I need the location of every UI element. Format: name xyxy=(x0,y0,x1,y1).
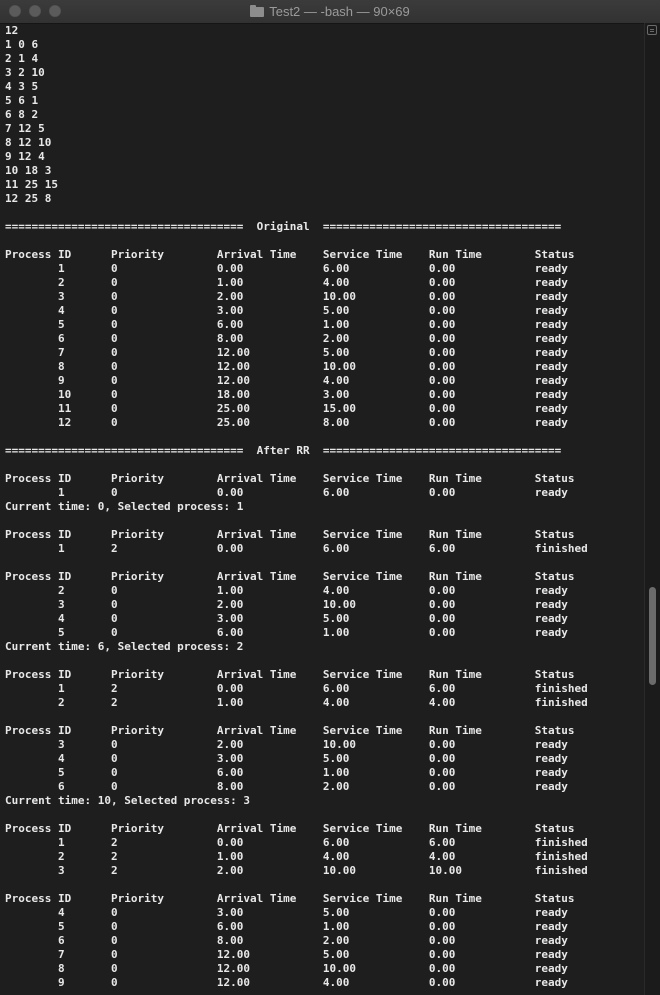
terminal-line: 4 0 3.00 5.00 0.00 ready xyxy=(5,906,568,919)
terminal-line: 12 0 25.00 8.00 0.00 ready xyxy=(5,416,568,429)
terminal-line: 6 0 8.00 2.00 0.00 ready xyxy=(5,934,568,947)
scroll-split-icon[interactable] xyxy=(647,25,657,35)
terminal-line: 5 0 6.00 1.00 0.00 ready xyxy=(5,920,568,933)
terminal-window: Test2 — -bash — 90×69 12 1 0 6 2 1 4 3 2… xyxy=(0,0,660,995)
terminal-line: 6 0 8.00 2.00 0.00 ready xyxy=(5,780,568,793)
terminal-line: 7 12 5 xyxy=(5,122,45,135)
terminal-line: 1 2 0.00 6.00 6.00 finished xyxy=(5,836,588,849)
terminal-line: 8 0 12.00 10.00 0.00 ready xyxy=(5,360,568,373)
terminal-line: 1 0 0.00 6.00 0.00 ready xyxy=(5,262,568,275)
terminal-line: 4 0 3.00 5.00 0.00 ready xyxy=(5,612,568,625)
terminal-line: Process ID Priority Arrival Time Service… xyxy=(5,528,575,541)
terminal-line: Process ID Priority Arrival Time Service… xyxy=(5,892,575,905)
terminal-line: Current time: 6, Selected process: 2 xyxy=(5,640,244,653)
window-title: Test2 — -bash — 90×69 xyxy=(269,4,410,19)
terminal-line: ==================================== Ori… xyxy=(5,220,562,233)
terminal-text: 12 1 0 6 2 1 4 3 2 10 4 3 5 5 6 1 6 8 2 … xyxy=(5,24,641,990)
terminal-line: 5 6 1 xyxy=(5,94,39,107)
terminal-line: 9 0 12.00 4.00 0.00 ready xyxy=(5,374,568,387)
terminal-line: 10 0 18.00 3.00 0.00 ready xyxy=(5,388,568,401)
terminal-line: 3 0 2.00 10.00 0.00 ready xyxy=(5,598,568,611)
terminal-line: Current time: 0, Selected process: 1 xyxy=(5,500,244,513)
terminal-output[interactable]: 12 1 0 6 2 1 4 3 2 10 4 3 5 5 6 1 6 8 2 … xyxy=(5,24,641,995)
terminal-line: 4 0 3.00 5.00 0.00 ready xyxy=(5,752,568,765)
vertical-scrollbar[interactable] xyxy=(644,23,660,995)
terminal-line: 7 0 12.00 5.00 0.00 ready xyxy=(5,346,568,359)
terminal-line: 9 12 4 xyxy=(5,150,45,163)
terminal-line: 5 0 6.00 1.00 0.00 ready xyxy=(5,318,568,331)
terminal-line: 12 25 8 xyxy=(5,192,52,205)
terminal-line: 1 2 0.00 6.00 6.00 finished xyxy=(5,682,588,695)
terminal-line: 2 2 1.00 4.00 4.00 finished xyxy=(5,850,588,863)
folder-icon xyxy=(250,5,265,17)
terminal-line: 1 2 0.00 6.00 6.00 finished xyxy=(5,542,588,555)
terminal-line: 8 0 12.00 10.00 0.00 ready xyxy=(5,962,568,975)
terminal-line: 11 25 15 xyxy=(5,178,58,191)
window-title-container: Test2 — -bash — 90×69 xyxy=(0,4,660,19)
terminal-line: ==================================== Aft… xyxy=(5,444,562,457)
terminal-line: 2 2 1.00 4.00 4.00 finished xyxy=(5,696,588,709)
terminal-line: 6 0 8.00 2.00 0.00 ready xyxy=(5,332,568,345)
terminal-line: Process ID Priority Arrival Time Service… xyxy=(5,822,575,835)
terminal-line: Current time: 10, Selected process: 3 xyxy=(5,794,251,807)
terminal-line: 1 0 0.00 6.00 0.00 ready xyxy=(5,486,568,499)
terminal-line: 8 12 10 xyxy=(5,136,52,149)
terminal-line: 1 0 6 xyxy=(5,38,39,51)
terminal-line: Process ID Priority Arrival Time Service… xyxy=(5,248,575,261)
terminal-line: Process ID Priority Arrival Time Service… xyxy=(5,724,575,737)
terminal-line: 2 0 1.00 4.00 0.00 ready xyxy=(5,584,568,597)
terminal-line: Process ID Priority Arrival Time Service… xyxy=(5,570,575,583)
scroll-thumb[interactable] xyxy=(649,587,656,685)
terminal-line: Process ID Priority Arrival Time Service… xyxy=(5,668,575,681)
terminal-line: 7 0 12.00 5.00 0.00 ready xyxy=(5,948,568,961)
terminal-line: 5 0 6.00 1.00 0.00 ready xyxy=(5,626,568,639)
title-bar[interactable]: Test2 — -bash — 90×69 xyxy=(0,0,660,24)
terminal-line: 11 0 25.00 15.00 0.00 ready xyxy=(5,402,568,415)
terminal-line: 10 18 3 xyxy=(5,164,52,177)
terminal-line: 3 2 2.00 10.00 10.00 finished xyxy=(5,864,588,877)
terminal-line: 2 0 1.00 4.00 0.00 ready xyxy=(5,276,568,289)
terminal-line: 4 3 5 xyxy=(5,80,39,93)
terminal-line: 4 0 3.00 5.00 0.00 ready xyxy=(5,304,568,317)
terminal-line: 5 0 6.00 1.00 0.00 ready xyxy=(5,766,568,779)
terminal-line: 6 8 2 xyxy=(5,108,39,121)
terminal-line: 2 1 4 xyxy=(5,52,39,65)
terminal-line: 9 0 12.00 4.00 0.00 ready xyxy=(5,976,568,989)
terminal-line: 3 0 2.00 10.00 0.00 ready xyxy=(5,738,568,751)
terminal-line: 12 xyxy=(5,24,19,37)
terminal-line: Process ID Priority Arrival Time Service… xyxy=(5,472,575,485)
terminal-line: 3 0 2.00 10.00 0.00 ready xyxy=(5,290,568,303)
terminal-line: 3 2 10 xyxy=(5,66,45,79)
